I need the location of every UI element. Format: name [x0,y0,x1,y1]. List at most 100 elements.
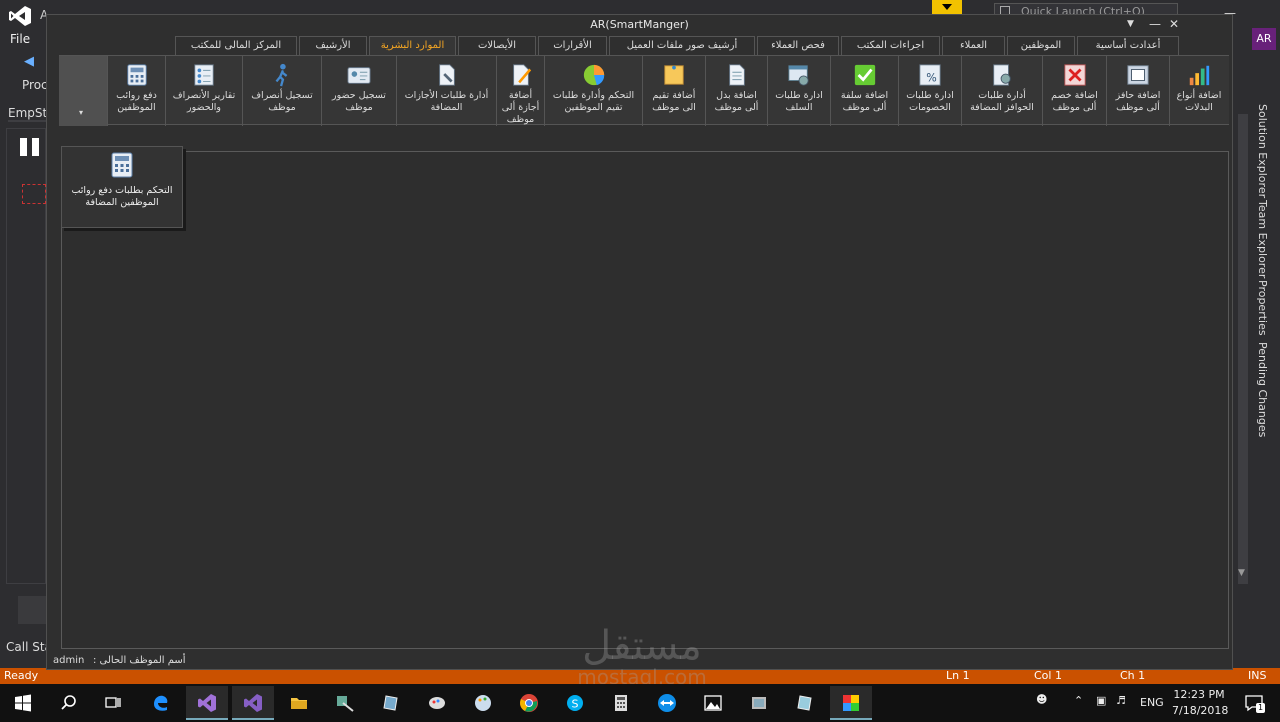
ribbon-button-7[interactable]: اضافة بدل ألى موظف [705,56,767,126]
bar-chart-icon [1189,65,1210,86]
status-ins: INS [1248,669,1267,682]
breakpoint-marker [22,184,46,204]
ribbon-button-label: اضافة حافز ألى موظف [1115,90,1161,113]
tab-5[interactable]: أرشيف صور ملفات العميل [609,36,755,56]
window-close-icon[interactable]: ✕ [1169,17,1179,31]
taskbar-visual-studio-2[interactable] [232,686,274,720]
watermark-text: مستقل [582,623,702,669]
ribbon-button-1[interactable]: اضافة حافز ألى موظف [1106,56,1169,126]
tools-icon [337,696,354,712]
tab-1[interactable]: الموظفين [1007,36,1075,56]
tab-team-explorer[interactable]: Team Explorer [1256,200,1269,278]
svg-text:%: % [926,71,937,84]
ribbon-button-15[interactable]: دفع روائب الموظفين [107,56,165,126]
current-user-label: أسم الموظف الحالى : [93,655,186,666]
popup-item-label: التحكم بطلبات دفع روائب الموظفين المضافة [71,185,173,208]
windows-logo-icon [15,694,31,712]
calculator-icon [615,695,627,711]
tray-chevron-icon[interactable]: ⌃ [1074,694,1083,722]
search-button[interactable] [48,686,90,720]
taskbar-photos[interactable] [692,686,734,720]
image-viewer-icon [752,697,766,709]
scroll-down-icon[interactable]: ▼ [1238,568,1245,578]
palette-icon [475,695,491,711]
ribbon-button-14[interactable]: تقارير الأنصراف والحضور [165,56,242,126]
taskbar-chrome[interactable] [508,686,550,720]
payroll-dropdown-popup[interactable]: التحكم بطلبات دفع روائب الموظفين المضافة [61,146,183,228]
menu-file[interactable]: File [10,32,30,46]
ribbon-button-6[interactable]: ادارة طلبات السلف [767,56,830,126]
back-arrow-icon[interactable]: ◀ [24,54,34,69]
ribbon-dropdown-button[interactable]: ▾ [59,56,107,126]
taskbar-app-image[interactable] [738,686,780,720]
tab-2[interactable]: العملاء [942,36,1005,56]
tab-7[interactable]: الأيصالات [458,36,536,56]
tab-8[interactable]: الموارد البشرية [369,36,456,56]
visual-studio-logo-icon [9,6,31,26]
ribbon-button-12[interactable]: تسجيل حضور موظف [321,56,396,126]
tab-9[interactable]: الأرشيف [299,36,367,56]
ribbon-button-label: التحكم وأدارة طلبات تقيم الموظفين [552,90,635,113]
tab-10[interactable]: المركز المالى للمكتب [175,36,297,56]
task-view-icon [105,697,121,708]
language-indicator[interactable]: ENG [1140,696,1164,722]
smartmanager-app-icon [843,695,859,711]
pause-icon[interactable] [20,138,46,156]
task-view-button[interactable] [92,686,134,720]
taskbar-app-palette[interactable] [462,686,504,720]
ribbon-button-0[interactable]: اضافة أنواع البدلات [1169,56,1228,126]
tab-0[interactable]: أعدادت أساسية [1077,36,1179,56]
taskbar-smartmanager[interactable] [830,686,872,720]
taskbar-teamviewer[interactable] [646,686,688,720]
current-user-value: admin [53,655,85,666]
document-tab-empsta[interactable]: EmpSta [8,106,55,122]
clock[interactable]: 12:23 PM 7/18/2018 [1172,688,1228,722]
ribbon-button-11[interactable]: أدارة طلبات الأجازات المضافة [396,56,496,126]
tab-3[interactable]: اجراءات المكتب [841,36,940,56]
ribbon-button-5[interactable]: اضافة سلفة ألى موظف [830,56,898,126]
window-minimize-icon[interactable]: — [1149,17,1161,31]
svg-text:S: S [572,698,579,711]
taskbar-app-blue[interactable] [370,686,412,720]
start-button[interactable] [2,686,44,720]
taskbar-app-notes[interactable] [784,686,826,720]
ribbon-button-8[interactable]: أضافة تقيم الى موظف [642,56,705,126]
feedback-flag-icon[interactable] [932,0,962,14]
ribbon-button-3[interactable]: أدارة طلبات الحوافز المضافة [961,56,1042,126]
account-avatar[interactable]: AR [1252,28,1276,50]
tab-solution-explorer[interactable]: Solution Explorer [1256,104,1269,198]
ribbon-button-4[interactable]: % ادارة طلبات الخصومات [898,56,961,126]
taskbar-edge[interactable] [140,686,182,720]
status-ready: Ready [4,669,39,682]
ribbon-button-10[interactable]: أضافة أجازة ألى موظف [496,56,544,126]
notes-icon [797,695,812,711]
ribbon-button-label: أدارة طلبات الأجازات المضافة [404,90,489,113]
tab-4[interactable]: فحص العملاء [757,36,839,56]
window-title: AR(SmartManger) [590,18,689,31]
tab-6[interactable]: الأقرارات [538,36,607,56]
window-menu-icon[interactable]: ▼ [1127,19,1134,29]
network-icon[interactable]: ▣ [1096,694,1106,722]
taskbar-skype[interactable]: S [554,686,596,720]
taskbar-app-tools[interactable] [324,686,366,720]
ribbon-button-2[interactable]: اضافة خصم ألى موظف [1042,56,1106,126]
ribbon-tab-bar: أعدادت أساسية الموظفين العملاء اجراءات المك… [47,35,1232,56]
ribbon-button-9[interactable]: التحكم وأدارة طلبات تقيم الموظفين [544,56,642,126]
volume-icon[interactable]: ♬ [1116,694,1126,722]
document-wrench-icon [438,64,455,86]
tab-pending-changes[interactable]: Pending Changes [1256,342,1269,437]
tab-properties[interactable]: Properties [1256,280,1269,336]
visual-studio-icon [244,694,262,712]
taskbar-visual-studio[interactable] [186,686,228,720]
taskbar-calculator[interactable] [600,686,642,720]
status-line: Ln 1 [946,669,970,682]
ribbon-button-13[interactable]: تسجيل أنصراف موظف [242,56,321,126]
toolbox-icon[interactable] [18,596,46,624]
action-center-icon[interactable]: 1 [1244,693,1265,713]
people-icon[interactable]: ☻ [1036,693,1047,722]
ribbon-button-label: ادارة طلبات الخصومات [906,90,954,113]
taskbar-file-explorer[interactable] [278,686,320,720]
taskbar-app-paint[interactable] [416,686,458,720]
ribbon-button-label: اضافة سلفة ألى موظف [840,90,889,113]
vertical-scrollbar[interactable] [1238,114,1248,584]
